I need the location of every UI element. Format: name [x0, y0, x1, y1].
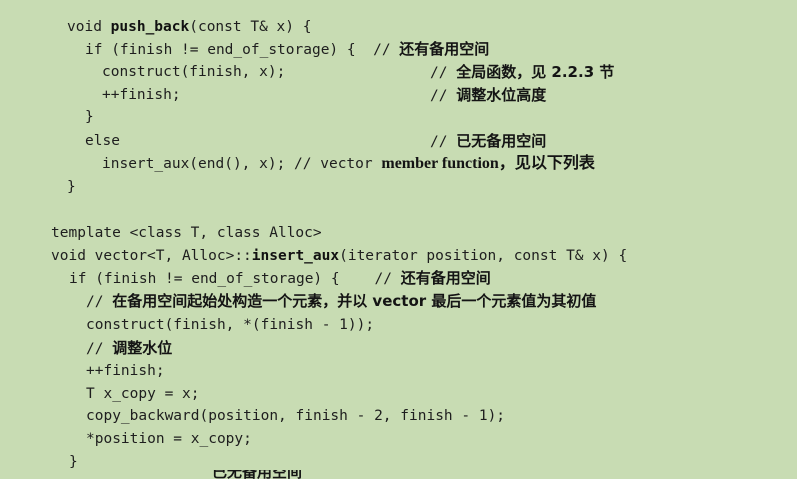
template-declaration: template <class T, class Alloc>: [51, 225, 322, 241]
cut-off-comment: 已无备用空间: [212, 470, 303, 479]
insert-aux-function-name: insert_aux: [251, 248, 340, 264]
comment-else: // 已无备用空间: [430, 132, 547, 150]
comment-construct-1: // 全局函数，见 2.2.3 节: [430, 63, 615, 81]
comment-construct-element: // 在备用空间起始处构造一个元素，并以 vector 最后一个元素值为其初值: [86, 292, 597, 310]
closing-brace-2: }: [67, 179, 76, 195]
increment-finish-2: ++finish;: [86, 363, 165, 379]
comment-incr-1: // 调整水位高度: [430, 86, 547, 104]
comment-adjust-level: // 调整水位: [86, 339, 173, 357]
construct-call-1: construct(finish, x);// 全局函数，见 2.2.3 节: [102, 63, 615, 81]
increment-finish-1: ++finish;// 调整水位高度: [102, 86, 547, 104]
push-back-signature: void push_back(const T& x) {: [67, 19, 312, 35]
if-statement-1: if (finish != end_of_storage) { // 还有备用空…: [85, 40, 490, 58]
comment-member-function: member function，见以下列表: [381, 155, 595, 172]
cut-off-line: 已无备用空间: [0, 470, 797, 479]
code-document: void push_back(const T& x) { if (finish …: [0, 0, 797, 479]
code-comment: 还有备用空间: [400, 269, 491, 287]
else-statement: else// 已无备用空间: [85, 132, 547, 150]
if-statement-2: if (finish != end_of_storage) { // 还有备用空…: [69, 269, 491, 287]
insert-aux-call: insert_aux(end(), x); // vector member f…: [102, 155, 595, 172]
position-assignment: *position = x_copy;: [86, 431, 252, 447]
closing-brace-3: }: [69, 454, 78, 470]
construct-call-2: construct(finish, *(finish - 1));: [86, 317, 375, 333]
code-comment: 还有备用空间: [399, 40, 490, 58]
x-copy-declaration: T x_copy = x;: [86, 386, 200, 402]
insert-aux-signature: void vector<T, Alloc>::insert_aux(iterat…: [51, 248, 628, 264]
copy-backward-call: copy_backward(position, finish - 2, fini…: [86, 408, 506, 424]
closing-brace-1: }: [85, 109, 94, 125]
push-back-function-name: push_back: [110, 19, 190, 35]
